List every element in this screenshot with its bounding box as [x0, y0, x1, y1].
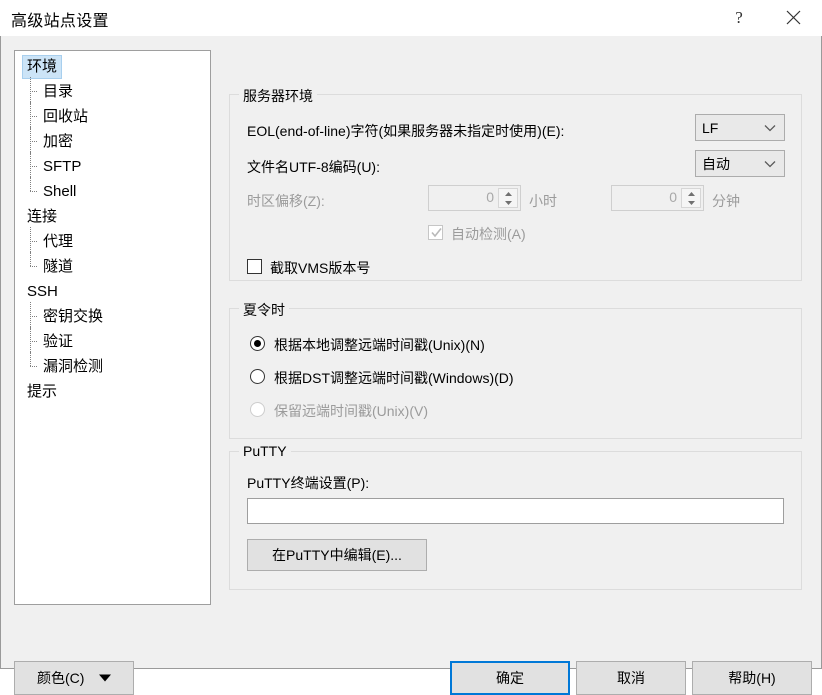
tree-item-7[interactable]: 连接	[15, 204, 210, 229]
tree-item-13[interactable]: 漏洞检测	[15, 352, 210, 379]
tree-item-8[interactable]: 代理	[15, 227, 210, 254]
tree-item-label: Shell	[43, 183, 77, 200]
ok-button[interactable]: 确定	[450, 661, 570, 695]
dst-radio-dst-windows[interactable]	[250, 369, 265, 384]
tree-item-label: 目录	[43, 83, 74, 100]
spinner-down-icon[interactable]	[682, 198, 700, 207]
tree-item-4[interactable]: 加密	[15, 127, 210, 154]
tree-item-10[interactable]: SSH	[15, 279, 210, 304]
eol-label: EOL(end-of-line)字符(如果服务器未指定时使用)(E):	[247, 123, 565, 139]
color-button-label: 颜色(C)	[37, 670, 85, 686]
tree-item-2[interactable]: 目录	[15, 77, 210, 104]
timezone-minutes-unit: 分钟	[712, 193, 740, 209]
timezone-offset-label: 时区偏移(Z):	[247, 193, 325, 209]
tree-item-label: SFTP	[43, 158, 82, 175]
utf8-combobox-value: 自动	[702, 155, 730, 172]
tree-item-11[interactable]: 密钥交换	[15, 302, 210, 329]
utf8-label: 文件名UTF-8编码(U):	[247, 159, 380, 175]
tree-item-5[interactable]: SFTP	[15, 152, 210, 179]
dst-radio-keep-unix[interactable]	[250, 402, 265, 417]
timezone-minutes-value: 0	[669, 189, 677, 205]
timezone-hours-spinner-buttons[interactable]	[498, 188, 518, 208]
tree-item-label: 回收站	[43, 108, 89, 125]
truncate-vms-checkbox[interactable]	[247, 259, 262, 274]
autodetect-checkbox[interactable]	[428, 225, 443, 240]
dialog-body: 环境 目录 回收站 加密 SFTP Shell 连接 代理 隧道 SSH 密钥交换 验证 漏洞检测 提示 …	[0, 36, 822, 695]
tree-item-12[interactable]: 验证	[15, 327, 210, 354]
daylight-saving-group-title: 夏令时	[239, 300, 289, 320]
tree-item-9[interactable]: 隧道	[15, 252, 210, 279]
timezone-hours-spinner[interactable]: 0	[428, 185, 521, 211]
eol-combobox-value: LF	[702, 119, 719, 136]
timezone-hours-unit: 小时	[529, 193, 557, 209]
help-button[interactable]: 帮助(H)	[692, 661, 812, 695]
tree-item-label: SSH	[27, 283, 58, 300]
truncate-vms-label: 截取VMS版本号	[270, 260, 371, 276]
tree-item-label: 漏洞检测	[43, 358, 104, 375]
utf8-combobox[interactable]: 自动	[695, 150, 785, 177]
autodetect-label: 自动检测(A)	[451, 226, 526, 242]
spinner-up-icon[interactable]	[499, 189, 517, 198]
ok-button-label: 确定	[496, 670, 524, 686]
spinner-up-icon[interactable]	[682, 189, 700, 198]
tree-item-label: 连接	[27, 208, 58, 225]
eol-combobox[interactable]: LF	[695, 114, 785, 141]
close-icon	[786, 10, 800, 25]
putty-group-title: PuTTY	[239, 443, 291, 459]
spinner-down-icon[interactable]	[499, 198, 517, 207]
server-environment-group-title: 服务器环境	[239, 86, 317, 106]
tree-item-14[interactable]: 提示	[15, 379, 210, 404]
question-mark-icon: ?	[735, 7, 743, 27]
window-title: 高级站点设置	[11, 13, 109, 30]
putty-terminal-label: PuTTY终端设置(P):	[247, 475, 370, 491]
tree-item-label: 代理	[43, 233, 74, 250]
titlebar-close-button[interactable]	[770, 0, 816, 35]
cancel-button-label: 取消	[617, 670, 645, 686]
settings-category-tree[interactable]: 环境目录回收站加密 SFTP Shell 连接代理隧道 SSH 密钥交换验证漏洞检测提示	[14, 50, 211, 605]
title-bar: 高级站点设置 ?	[0, 0, 822, 37]
server-environment-group: 服务器环境 EOL(end-of-line)字符(如果服务器未指定时使用)(E)…	[229, 86, 802, 281]
tree-item-6[interactable]: Shell	[15, 177, 210, 204]
cancel-button[interactable]: 取消	[576, 661, 686, 695]
tree-item-label: 环境	[21, 55, 63, 79]
timezone-hours-value: 0	[486, 189, 494, 205]
timezone-minutes-spinner[interactable]: 0	[611, 185, 704, 211]
tree-item-1[interactable]: 环境	[15, 54, 210, 79]
daylight-saving-group: 夏令时 根据本地调整远端时间戳(Unix)(N) 根据DST调整远端时间戳(Wi…	[229, 300, 802, 439]
check-icon	[431, 228, 442, 238]
color-split-button[interactable]: 颜色(C)	[14, 661, 134, 695]
tree-item-label: 验证	[43, 333, 74, 350]
timezone-minutes-spinner-buttons[interactable]	[681, 188, 701, 208]
edit-in-putty-button-label: 在PuTTY中编辑(E)...	[272, 547, 402, 563]
tree-item-label: 隧道	[43, 258, 74, 275]
chevron-down-icon	[764, 124, 776, 131]
putty-terminal-input[interactable]	[247, 498, 784, 524]
help-button-label: 帮助(H)	[728, 670, 776, 686]
dst-option-label-local-unix: 根据本地调整远端时间戳(Unix)(N)	[274, 337, 485, 353]
dst-radio-local-unix[interactable]	[250, 336, 265, 351]
tree-item-label: 密钥交换	[43, 308, 104, 325]
dst-option-label-dst-windows: 根据DST调整远端时间戳(Windows)(D)	[274, 370, 514, 386]
chevron-down-icon	[764, 160, 776, 167]
tree-item-label: 加密	[43, 133, 74, 150]
edit-in-putty-button[interactable]: 在PuTTY中编辑(E)...	[247, 539, 427, 571]
dst-option-label-keep-unix: 保留远端时间戳(Unix)(V)	[274, 403, 428, 419]
chevron-down-icon[interactable]	[99, 674, 111, 682]
titlebar-help-icon[interactable]: ?	[716, 0, 762, 35]
radio-selected-dot	[254, 340, 261, 347]
tree-item-3[interactable]: 回收站	[15, 102, 210, 129]
tree-item-label: 提示	[27, 383, 58, 400]
